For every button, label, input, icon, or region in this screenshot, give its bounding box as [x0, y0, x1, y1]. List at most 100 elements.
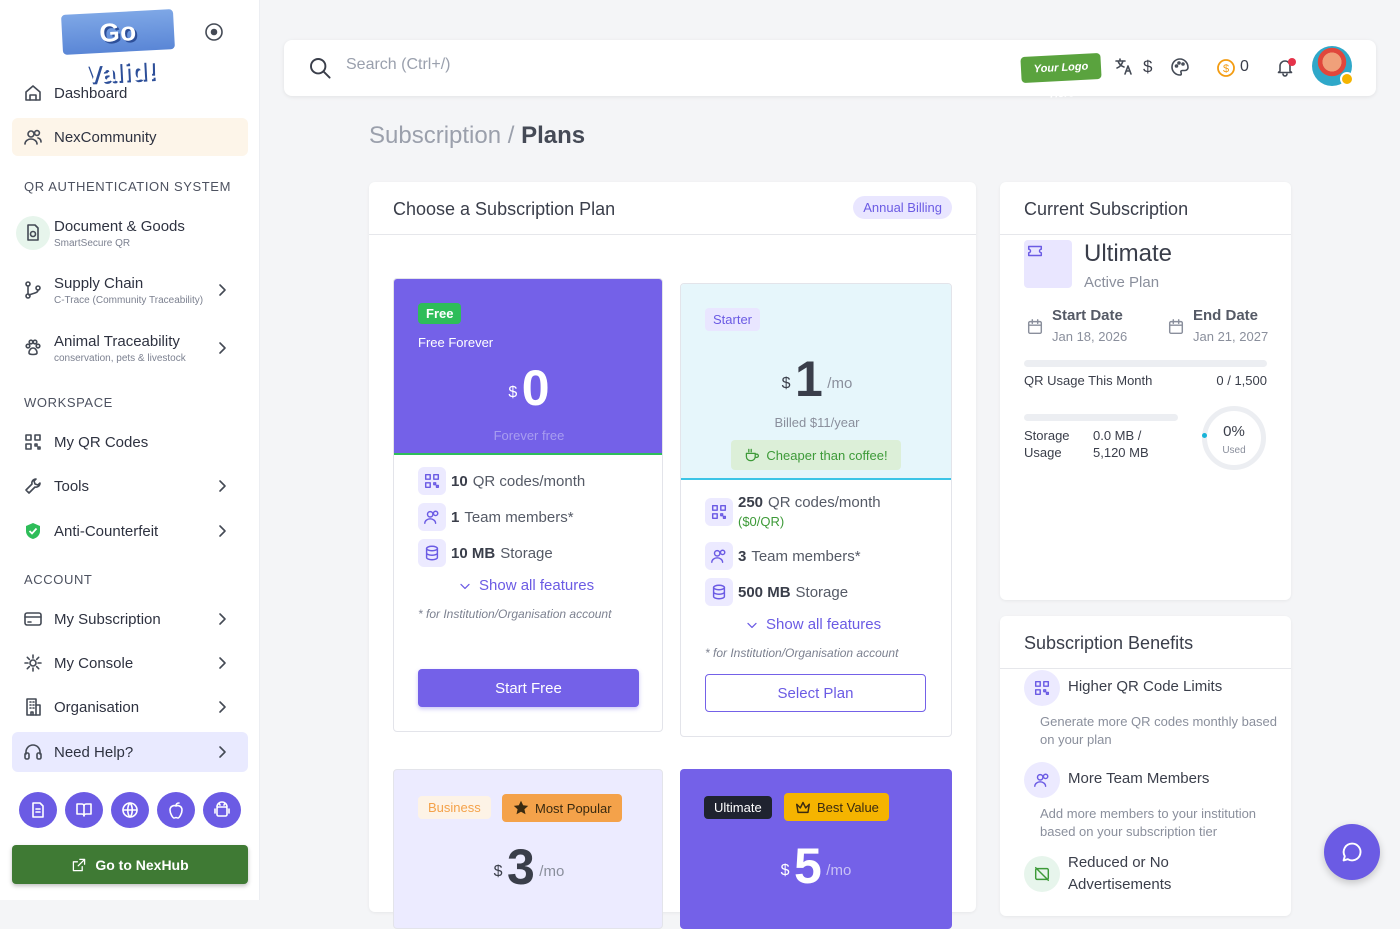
page-title: Plans: [521, 122, 586, 149]
price-period: /mo: [826, 862, 852, 879]
storage-usage-bar: [1024, 414, 1178, 421]
coin-icon: $: [1217, 59, 1235, 77]
benefit-title: More Team Members: [1068, 770, 1210, 787]
feature-storage: 10 MB Storage: [418, 539, 553, 567]
user-avatar[interactable]: [1312, 46, 1354, 86]
sidebar-item-nexcommunity[interactable]: NexCommunity: [12, 118, 248, 156]
sidebar-item-my-subscription[interactable]: My Subscription: [12, 600, 248, 638]
translate-icon[interactable]: [1114, 57, 1134, 77]
globe-icon: [122, 802, 138, 818]
plan-status: Active Plan: [1084, 274, 1160, 291]
billing-toggle[interactable]: Annual Billing: [853, 196, 952, 219]
sidebar-item-my-console[interactable]: My Console: [12, 644, 248, 682]
price-amount: 3: [507, 839, 535, 895]
guide-shortcut-button[interactable]: [65, 792, 103, 828]
qr-code-icon: [25, 434, 41, 450]
go-to-nexhub-button[interactable]: Go to NexHub: [12, 845, 248, 884]
shield-check-icon: [26, 523, 40, 539]
sidebar-item-label: My Console: [54, 654, 134, 672]
document-seal-icon: [27, 224, 39, 241]
docs-shortcut-button[interactable]: [19, 792, 57, 828]
currency-switcher[interactable]: $: [1143, 57, 1152, 77]
start-free-button[interactable]: Start Free: [418, 669, 639, 707]
plan-ultimate: Ultimate Best Value $ 5 /mo: [680, 769, 952, 929]
start-date-value: Jan 18, 2026: [1052, 329, 1128, 344]
price-currency: $: [780, 862, 790, 879]
price-period: /mo: [539, 863, 565, 880]
benefit-icon: [1024, 670, 1060, 706]
price-currency: $: [781, 375, 791, 392]
plans-card-title: Choose a Subscription Plan: [393, 199, 616, 219]
chevron-down-icon: [460, 583, 470, 589]
ticket-icon: [1027, 245, 1043, 257]
plan-icon-tile: [1024, 240, 1072, 288]
building-icon: [26, 698, 41, 716]
breadcrumb-parent[interactable]: Subscription /: [369, 122, 521, 149]
price-period: /mo: [827, 375, 853, 392]
headset-icon: [24, 744, 42, 760]
sidebar-item-label: Need Help?: [54, 743, 134, 761]
price-amount: 1: [795, 351, 823, 407]
sidebar-item-my-qr-codes[interactable]: My QR Codes: [12, 423, 248, 461]
nexhub-label: Go to NexHub: [95, 856, 189, 873]
notifications-button[interactable]: [1275, 57, 1296, 77]
current-plan-name: Ultimate: [1084, 240, 1173, 267]
qr-usage-label: QR Usage This Month: [1024, 373, 1153, 388]
plan-badge: Starter: [705, 308, 761, 331]
show-all-features-link[interactable]: Show all features: [457, 577, 594, 594]
sidebar-item-need-help[interactable]: Need Help?: [12, 732, 248, 772]
coin-balance[interactable]: 0: [1240, 58, 1249, 76]
database-icon: [712, 584, 726, 600]
sidebar-item-sublabel: conservation, pets & livestock: [54, 352, 186, 364]
android-app-shortcut-button[interactable]: [203, 792, 241, 828]
feature-team: 3 Team members*: [705, 542, 861, 570]
sidebar-item-label: Supply Chain: [54, 274, 144, 292]
sidebar-item-supply-chain[interactable]: Supply Chain C-Trace (Community Traceabil…: [12, 268, 248, 312]
app-logo[interactable]: Go Valid!: [61, 9, 175, 89]
coffee-cup-icon: [746, 448, 760, 462]
plan-starter: Starter $ 1 /mo Billed $11/year Cheaper …: [680, 283, 952, 737]
calendar-icon: [1027, 319, 1043, 335]
sidebar-item-organisation[interactable]: Organisation: [12, 688, 248, 726]
notification-dot: [1288, 58, 1296, 66]
price-amount: 5: [794, 838, 822, 894]
sidebar-item-label: Document & Goods: [54, 217, 185, 235]
qr-code-icon: [424, 473, 440, 489]
plan-free-header: Free Free Forever $ 0 Forever free: [394, 279, 662, 455]
palette-icon[interactable]: [1170, 57, 1190, 77]
sidebar-item-label: My Subscription: [54, 610, 161, 628]
home-icon: [25, 85, 41, 101]
website-shortcut-button[interactable]: [111, 792, 149, 828]
price-currency: $: [493, 863, 503, 880]
price-caption: Forever free: [493, 428, 565, 443]
chat-support-button[interactable]: [1324, 824, 1380, 880]
paw-icon: [25, 339, 41, 356]
search-input[interactable]: [346, 56, 746, 74]
sidebar-item-tools[interactable]: Tools: [12, 467, 248, 505]
benefits-title: Subscription Benefits: [1024, 633, 1194, 653]
plan-badge: Business: [418, 796, 491, 819]
svg-text:$: $: [1223, 63, 1229, 75]
sidebar-item-label: Animal Traceability: [54, 332, 180, 350]
pin-sidebar-icon[interactable]: [204, 22, 224, 42]
no-ads-icon: [1034, 866, 1050, 882]
sidebar-item-dashboard[interactable]: Dashboard: [12, 74, 248, 112]
benefit-icon: [1024, 856, 1060, 892]
sidebar-item-document-goods[interactable]: Document & Goods SmartSecure QR: [12, 210, 248, 256]
users-icon: [711, 549, 726, 564]
chevron-down-icon: [747, 622, 757, 628]
book-icon: [76, 803, 92, 817]
promo-badge: Cheaper than coffee!: [731, 440, 901, 470]
apple-icon: [169, 802, 183, 819]
select-plan-button[interactable]: Select Plan: [705, 674, 926, 712]
most-popular-badge: Most Popular: [502, 794, 622, 822]
organisation-logo[interactable]: Your Logo Here: [1020, 52, 1102, 101]
sidebar: Go Valid! Dashboard NexCommunity QR AUTH…: [0, 0, 260, 900]
search-icon[interactable]: [308, 56, 332, 80]
sidebar-item-animal-traceability[interactable]: Animal Traceability conservation, pets & …: [12, 326, 248, 370]
show-all-features-link[interactable]: Show all features: [744, 616, 881, 633]
apple-app-shortcut-button[interactable]: [157, 792, 195, 828]
sidebar-item-anti-counterfeit[interactable]: Anti-Counterfeit: [12, 512, 248, 550]
subscription-benefits-card: Subscription Benefits Higher QR Code Lim…: [1000, 616, 1291, 916]
users-icon: [1034, 773, 1049, 788]
